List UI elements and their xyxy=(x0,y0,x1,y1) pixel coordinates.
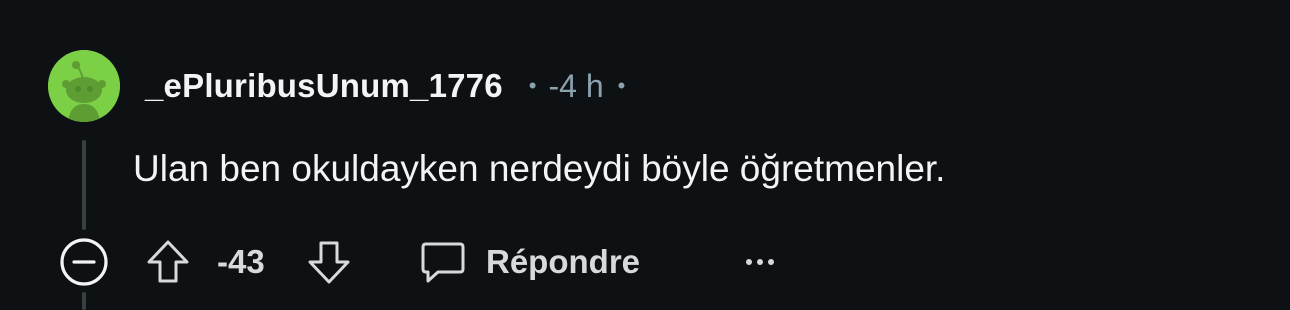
collapse-button[interactable] xyxy=(58,232,110,292)
more-options-button[interactable] xyxy=(743,232,777,292)
separator-dot: • xyxy=(528,73,537,98)
user-avatar[interactable] xyxy=(48,50,120,122)
arrow-up-icon xyxy=(147,240,189,283)
separator-dot: • xyxy=(617,73,626,98)
username[interactable]: _ePluribusUnum_1776 xyxy=(145,67,503,105)
vote-score: -43 xyxy=(217,243,265,280)
snoo-avatar-icon xyxy=(48,50,120,122)
speech-bubble-icon xyxy=(421,242,465,283)
thread-line-continuation[interactable] xyxy=(82,292,86,310)
ellipsis-icon xyxy=(746,259,774,265)
reply-button[interactable]: Répondre xyxy=(420,232,640,292)
arrow-down-icon xyxy=(308,241,350,284)
minus-circle-icon xyxy=(60,238,108,286)
thread-line[interactable] xyxy=(82,140,86,230)
timestamp[interactable]: -4 h xyxy=(548,68,603,105)
reply-label: Répondre xyxy=(486,243,641,280)
downvote-button[interactable] xyxy=(306,232,352,292)
comment: _ePluribusUnum_1776 • -4 h • Ulan ben ok… xyxy=(0,0,1290,310)
comment-text: Ulan ben okuldayken nerdeydi böyle öğret… xyxy=(133,148,946,189)
comment-actions: -43 Répondre xyxy=(0,232,1290,292)
upvote-button[interactable] xyxy=(145,232,191,292)
comment-header: _ePluribusUnum_1776 • -4 h • xyxy=(145,66,625,106)
